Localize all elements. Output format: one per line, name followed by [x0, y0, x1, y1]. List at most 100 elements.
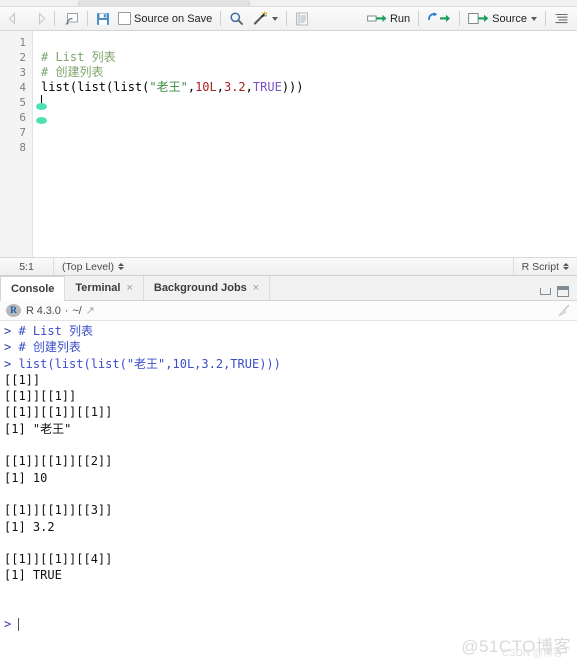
code-token: 10L: [195, 80, 217, 94]
code-lines[interactable]: # List 列表 # 创建列表 list(list(list("老王",10L,3…: [33, 31, 577, 257]
toolbar-divider: [418, 11, 420, 26]
source-pane: Source on Save Run Source 1 2 3 4 5 6 7 …: [0, 0, 577, 276]
close-icon[interactable]: ×: [126, 282, 132, 294]
line-number: 2: [19, 51, 26, 64]
code-token: "老王": [149, 80, 188, 94]
editor-status-bar: 5:1 (Top Level) R Script: [0, 257, 577, 275]
source-button[interactable]: Source: [464, 9, 541, 29]
find-button[interactable]: [225, 9, 248, 29]
line-number: 7: [19, 126, 26, 139]
line-number: 8: [19, 141, 26, 154]
toolbar-divider: [459, 11, 461, 26]
code-line[interactable]: [41, 95, 577, 110]
code-token: ))): [281, 80, 304, 94]
code-token: ,: [187, 80, 196, 94]
code-line[interactable]: # 创建列表: [41, 65, 577, 80]
tab-label: Terminal: [75, 282, 121, 294]
header-separator: ·: [64, 304, 69, 317]
tab-background-jobs[interactable]: Background Jobs ×: [144, 276, 271, 300]
code-line[interactable]: [41, 125, 577, 140]
close-icon[interactable]: ×: [253, 282, 259, 294]
run-label: Run: [389, 12, 411, 25]
scope-selector[interactable]: (Top Level): [54, 258, 132, 275]
console-line: [[1]][[1]][[4]]: [4, 552, 113, 567]
chevron-down-icon[interactable]: [531, 16, 537, 21]
notebook-icon: [296, 12, 309, 25]
console-prompt-symbol: >: [4, 340, 19, 355]
tab-label: Background Jobs: [153, 282, 247, 294]
back-button[interactable]: [4, 9, 27, 29]
document-outline-button[interactable]: [550, 9, 573, 29]
tab-console[interactable]: Console: [0, 276, 66, 301]
code-token: list(list(list(: [41, 80, 150, 94]
forward-arrow-icon: [38, 12, 46, 25]
console-command-text: # 创建列表: [18, 340, 81, 355]
show-in-new-window-icon: [65, 12, 78, 24]
clear-console-button[interactable]: [555, 304, 571, 318]
source-on-save-checkbox[interactable]: [118, 12, 131, 25]
source-on-save-label: Source on Save: [134, 12, 213, 25]
maximize-pane-button[interactable]: [557, 286, 569, 297]
scope-label: (Top Level): [62, 260, 114, 273]
document-outline-icon: [555, 13, 568, 24]
working-directory-label: ~/: [72, 304, 82, 317]
line-number: 1: [19, 36, 26, 49]
console-line: [[1]][[1]]: [4, 389, 77, 404]
console-line: [1] 10: [4, 470, 48, 485]
editor-toolbar: Source on Save Run Source: [0, 7, 577, 31]
code-editor[interactable]: 1 2 3 4 5 6 7 8 # List 列表 # 创建列表 list(list…: [0, 31, 577, 257]
console-line: > list(list(list("老王",10L,3.2,TRUE))): [4, 356, 577, 372]
source-file-tab[interactable]: [78, 0, 250, 6]
toolbar-divider: [286, 11, 288, 26]
rerun-button[interactable]: [423, 9, 455, 29]
fold-marker-icon[interactable]: [36, 103, 47, 110]
file-type-label: R Script: [521, 260, 559, 273]
minimize-pane-button[interactable]: [540, 288, 551, 295]
chevron-updown-icon: [117, 262, 124, 271]
rstudio-window: Source on Save Run Source 1 2 3 4 5 6 7 …: [0, 0, 577, 667]
save-icon: [97, 12, 109, 25]
code-line[interactable]: [41, 140, 577, 155]
console-prompt-symbol: >: [4, 617, 12, 632]
console-input-line[interactable]: >: [4, 616, 577, 632]
console-line: [[1]]: [4, 372, 41, 387]
console-command-text: list(list(list("老王",10L,3.2,TRUE))): [18, 356, 281, 371]
toolbar-divider: [545, 11, 546, 26]
line-number-gutter: 1 2 3 4 5 6 7 8: [0, 31, 33, 257]
run-icon: [367, 14, 387, 22]
run-button[interactable]: Run: [363, 9, 414, 29]
console-output[interactable]: > # List 列表 > # 创建列表 > list(list(list("老王"…: [0, 321, 577, 667]
source-label: Source: [492, 12, 527, 25]
code-line[interactable]: # List 列表: [41, 50, 577, 65]
code-line[interactable]: list(list(list("老王",10L,3.2,TRUE))): [41, 80, 577, 95]
console-line: [1] TRUE: [4, 568, 62, 583]
console-line: [[1]][[1]][[3]]: [4, 503, 113, 518]
magic-wand-icon: [254, 11, 268, 25]
save-button[interactable]: [92, 9, 114, 29]
code-token: TRUE: [252, 80, 282, 94]
code-line[interactable]: [41, 35, 577, 50]
toolbar-divider: [54, 11, 55, 26]
compile-report-button[interactable]: [291, 9, 313, 29]
line-number: 5: [19, 96, 26, 109]
code-line[interactable]: [41, 110, 577, 125]
code-token: 3.2: [223, 80, 246, 94]
fold-marker-icon[interactable]: [36, 117, 47, 124]
open-directory-icon[interactable]: ↗: [86, 304, 95, 317]
pane-window-buttons: [540, 286, 577, 300]
rerun-previous-icon: [428, 12, 451, 22]
back-arrow-icon: [8, 12, 16, 25]
show-in-new-window-button[interactable]: [59, 9, 83, 29]
chevron-updown-icon: [563, 262, 569, 271]
line-number: 4: [19, 81, 26, 94]
forward-button[interactable]: [27, 9, 50, 29]
code-token: ,: [245, 80, 253, 94]
tab-terminal[interactable]: Terminal ×: [65, 276, 144, 300]
chevron-down-icon[interactable]: [272, 16, 279, 21]
code-tools-button[interactable]: [248, 9, 282, 29]
file-type-selector[interactable]: R Script: [512, 258, 577, 275]
source-on-save-toggle[interactable]: Source on Save: [114, 9, 216, 29]
